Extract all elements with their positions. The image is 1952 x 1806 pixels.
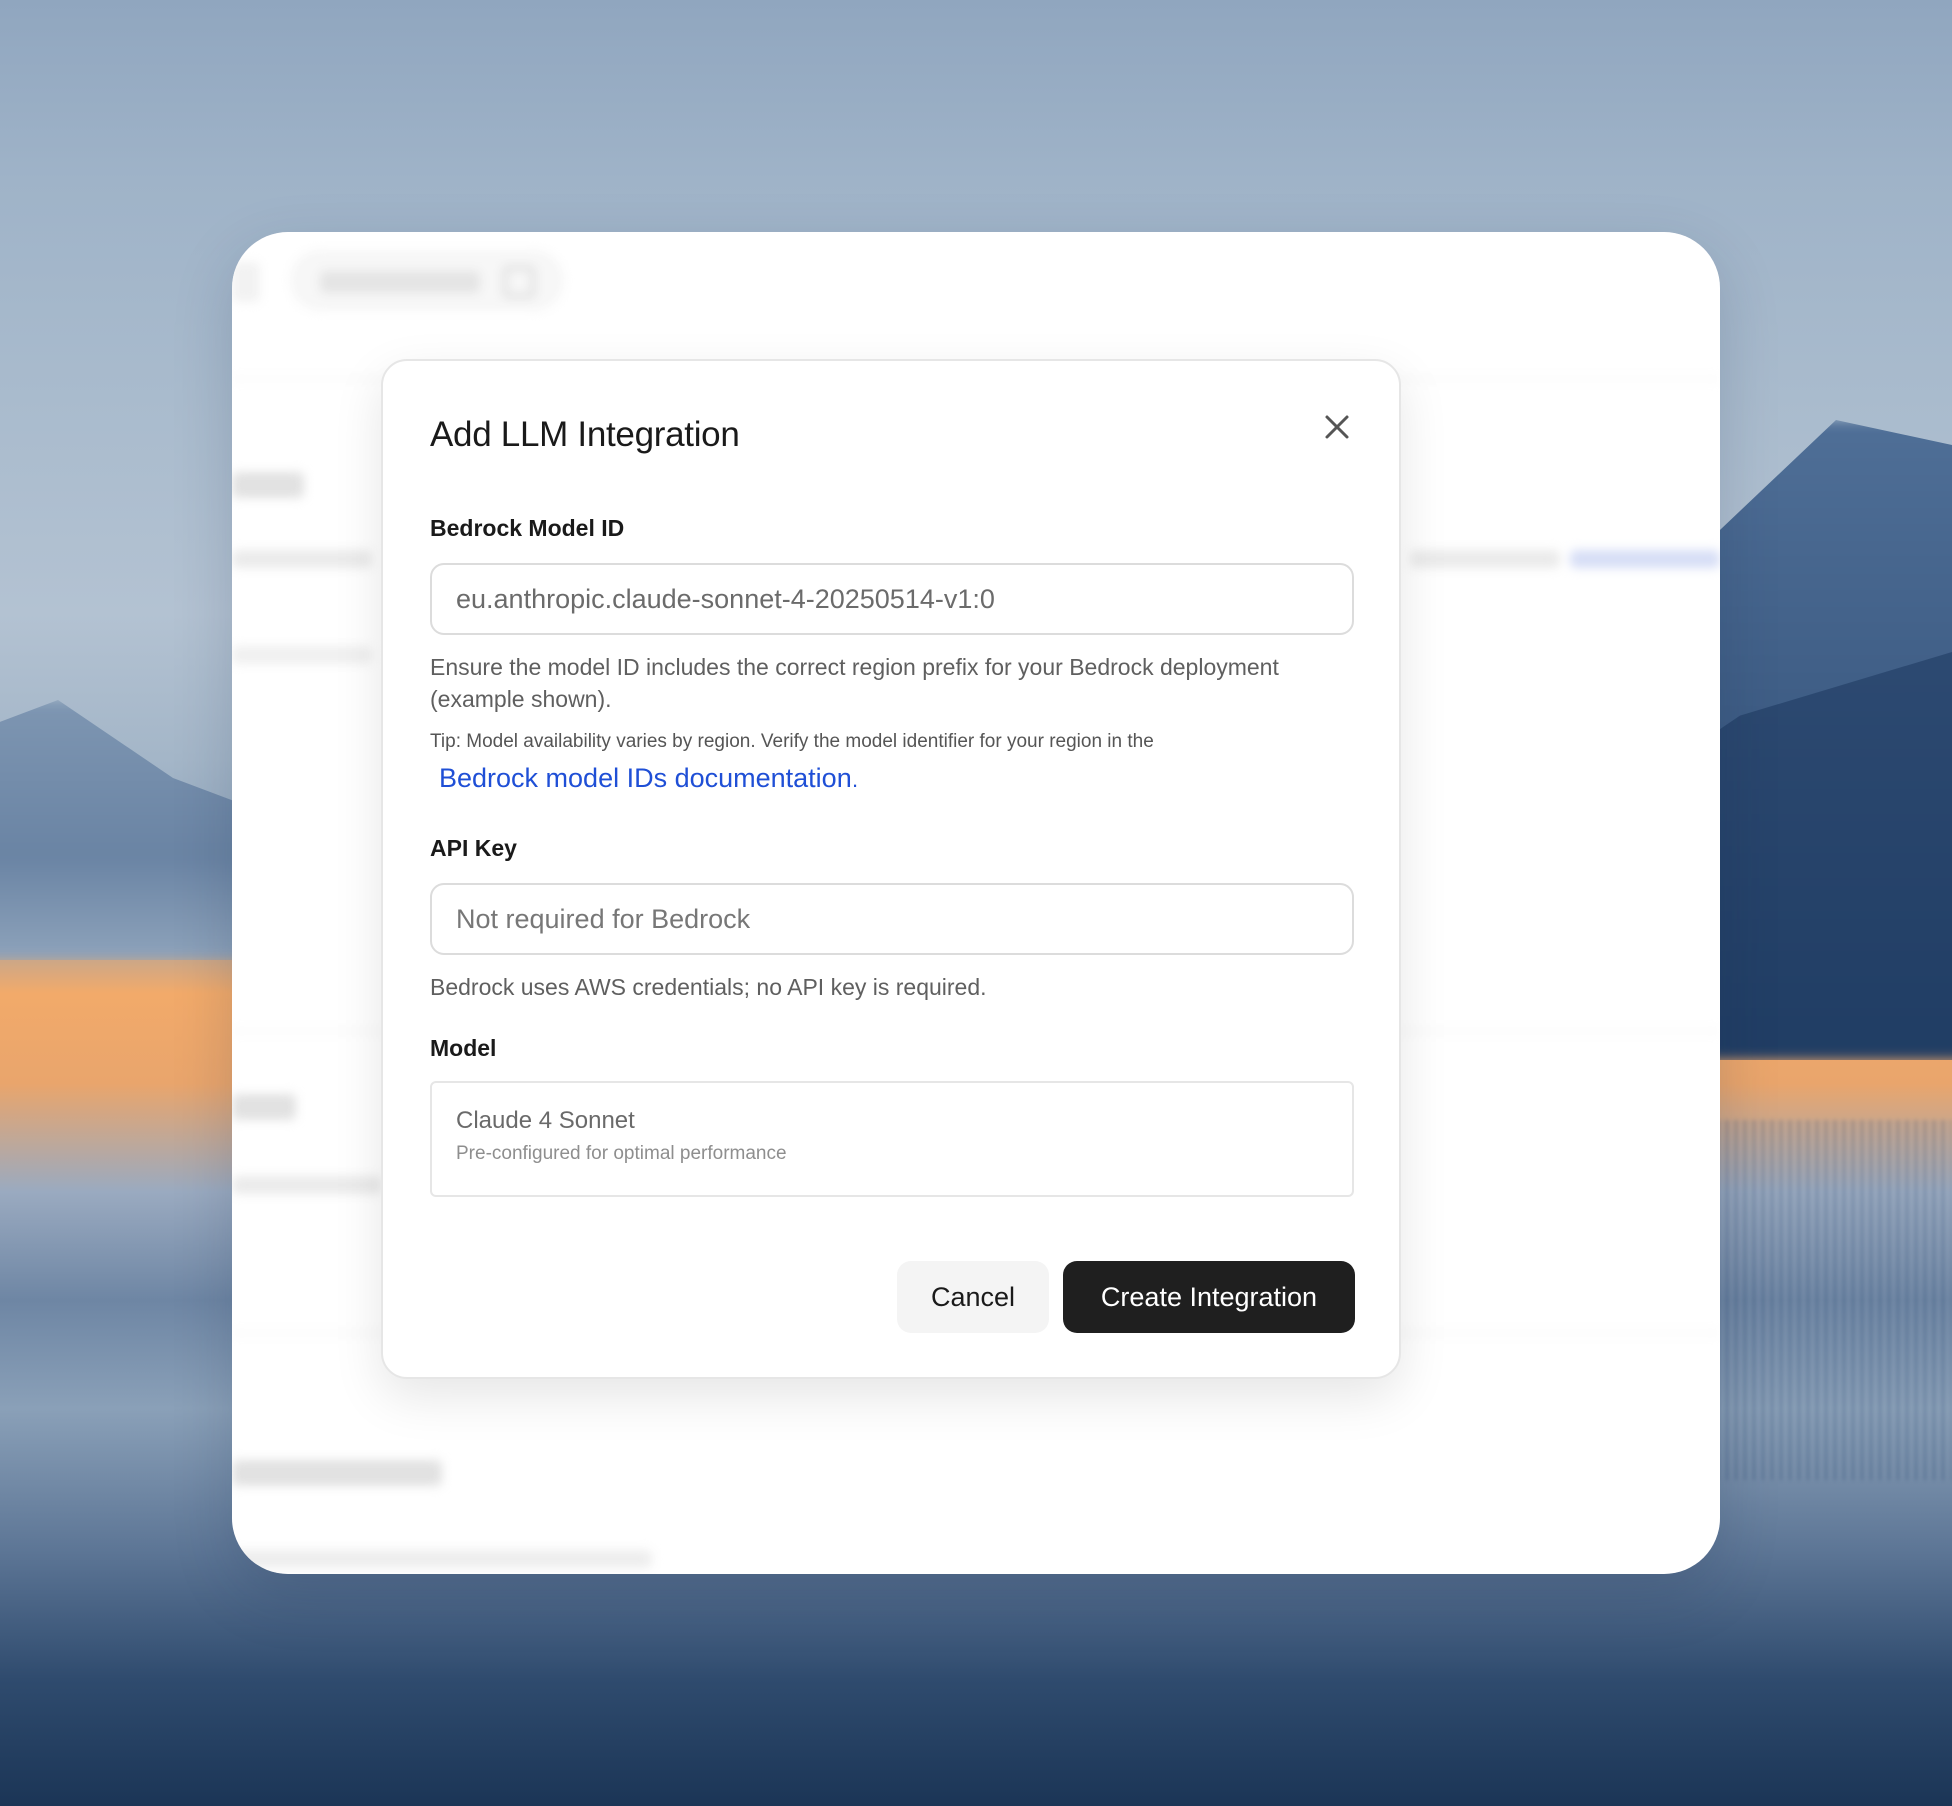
api-key-label: API Key [430,835,517,861]
close-button[interactable] [1317,407,1357,447]
model-label: Model [430,1035,497,1061]
model-display-box: Claude 4 Sonnet Pre-configured for optim… [430,1081,1354,1197]
model-description: Pre-configured for optimal performance [456,1143,787,1164]
dialog-title: Add LLM Integration [430,415,740,454]
desktop-background: Add LLM Integration Bedrock Model ID Ens… [0,0,1952,1806]
create-integration-button[interactable]: Create Integration [1063,1261,1355,1333]
api-key-help-text: Bedrock uses AWS credentials; no API key… [430,974,987,1000]
model-id-input[interactable] [430,563,1354,635]
model-name: Claude 4 Sonnet [456,1107,635,1134]
close-icon [1325,415,1349,439]
model-id-help-text: Ensure the model ID includes the correct… [430,654,1279,712]
bedrock-model-ids-doc-link[interactable]: Bedrock model IDs documentation [439,763,852,794]
doc-link-period: . [852,767,859,792]
cancel-button[interactable]: Cancel [897,1261,1049,1333]
model-id-label: Bedrock Model ID [430,515,625,541]
api-key-input[interactable] [430,883,1354,955]
app-window: Add LLM Integration Bedrock Model ID Ens… [232,232,1720,1574]
add-llm-integration-dialog: Add LLM Integration Bedrock Model ID Ens… [381,359,1401,1379]
model-id-tip-text: Tip: Model availability varies by region… [430,731,1154,752]
